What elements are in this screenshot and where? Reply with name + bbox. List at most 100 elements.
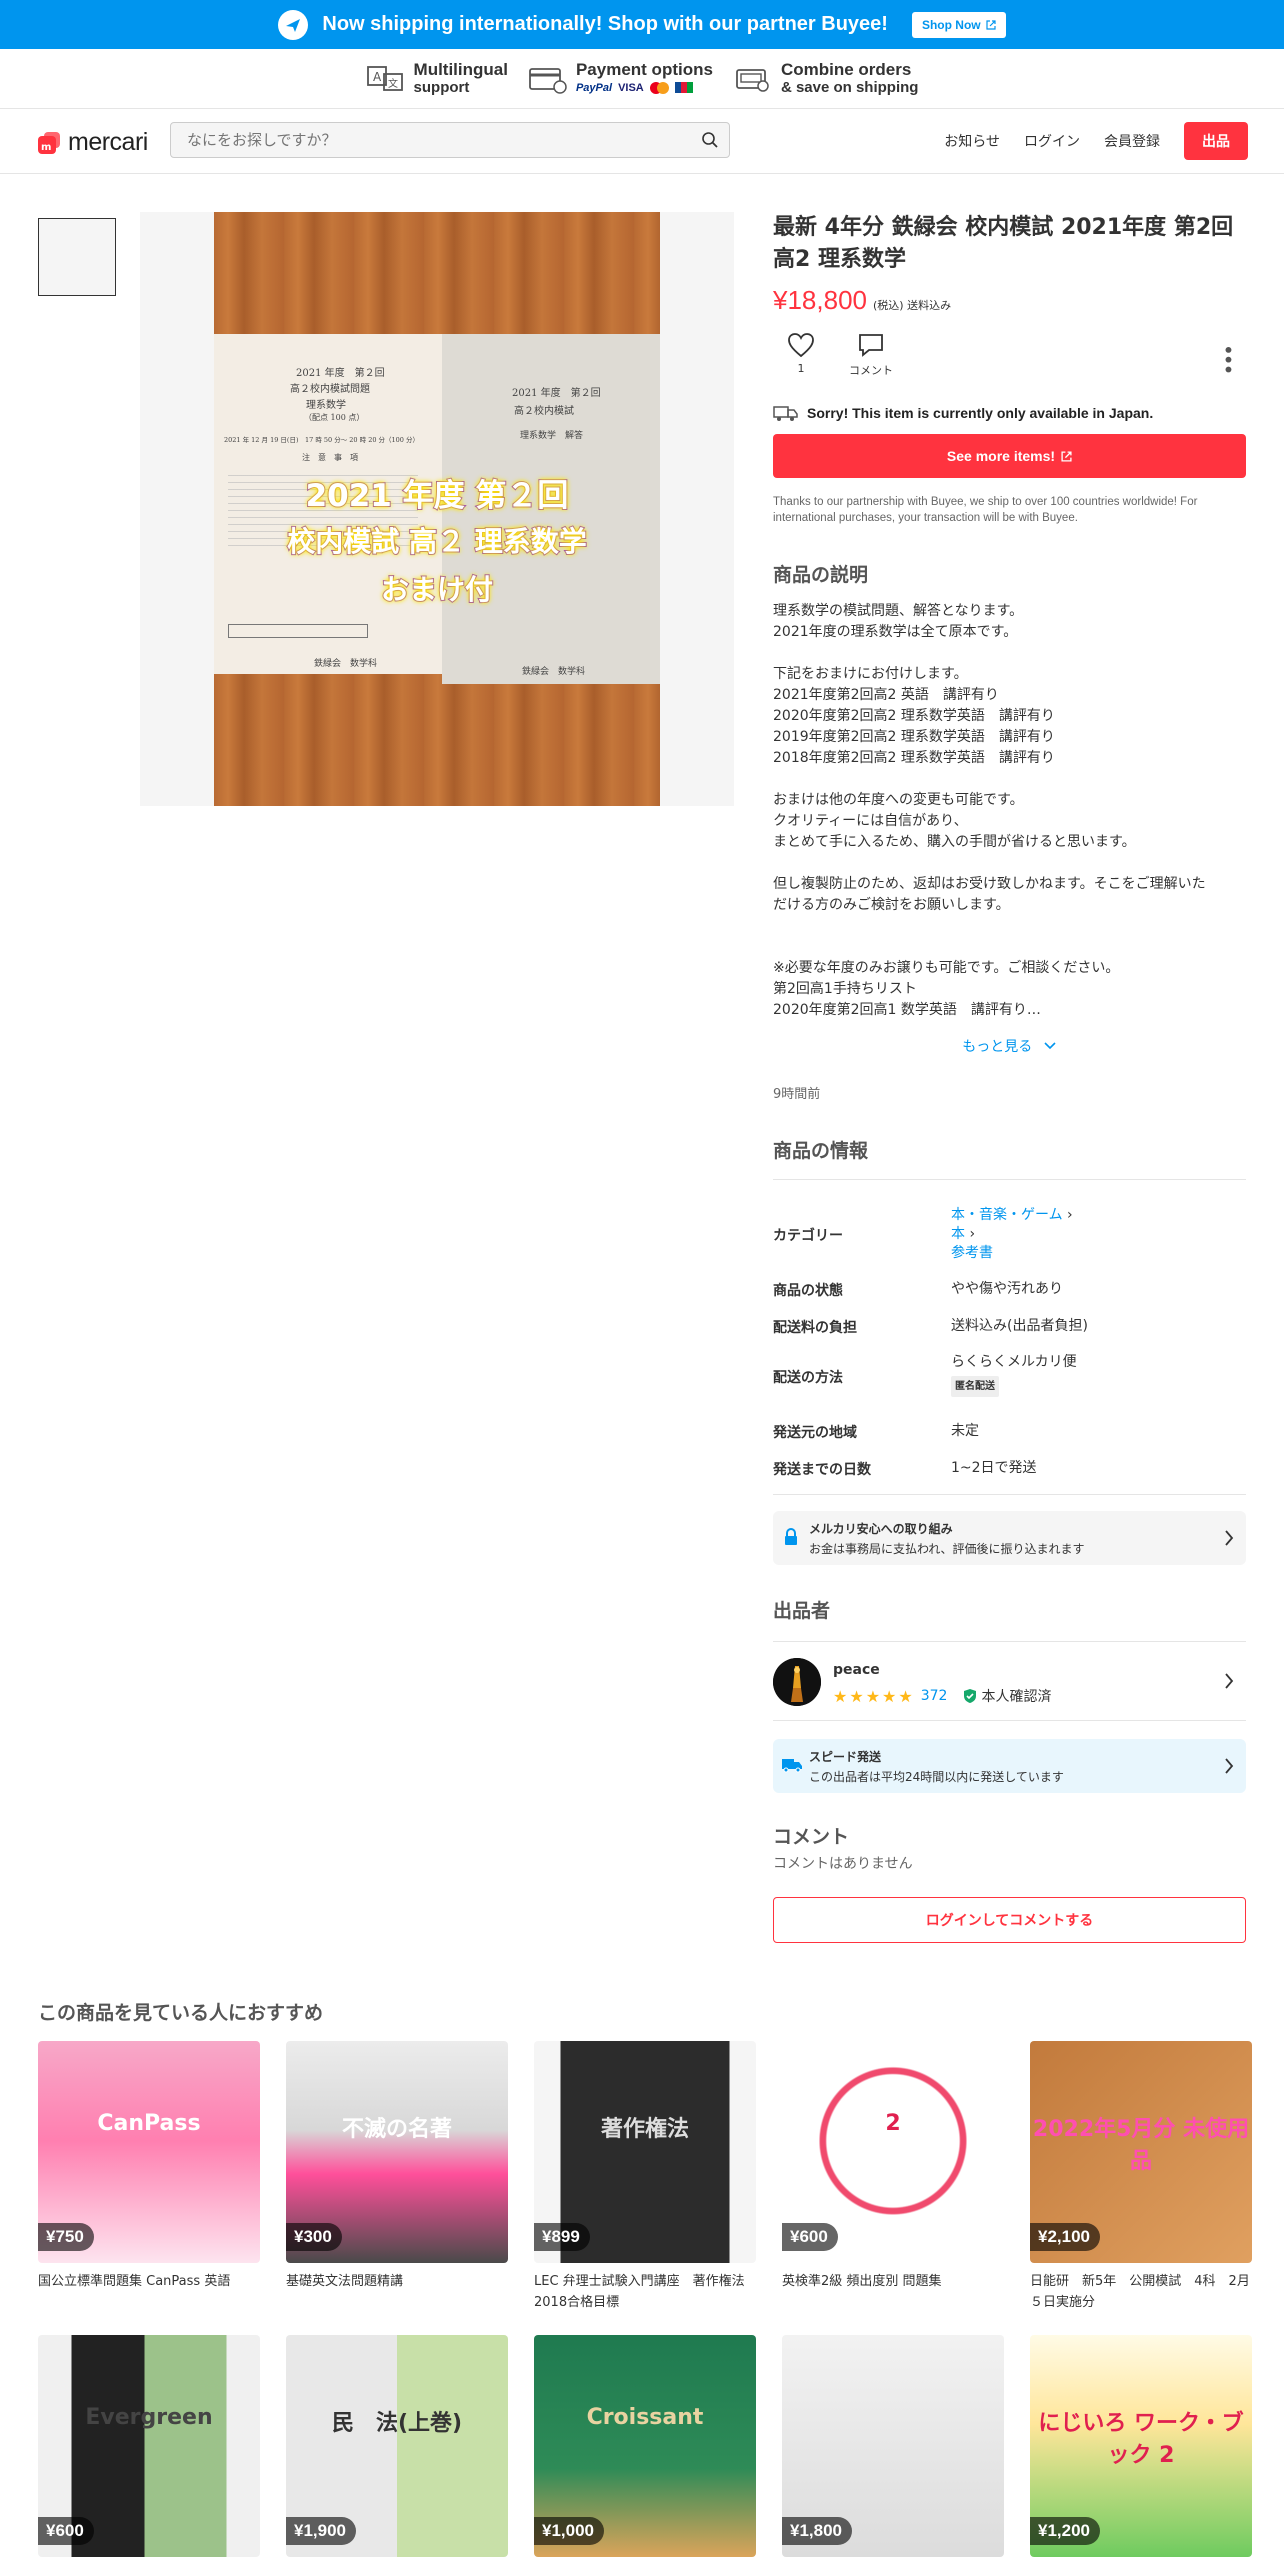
recommend-item-price: ¥1,800 <box>782 2517 852 2545</box>
shipping-method-value: らくらくメルカリ便 <box>951 1354 1077 1370</box>
recommend-item-image: 民 法(上巻) ¥1,900 <box>286 2335 508 2557</box>
info-row-days: 発送までの日数 1~2日で発送 <box>773 1459 1246 1483</box>
speed-sub: この出品者は平均24時間以内に発送しています <box>809 1770 1064 1784</box>
paper-left-line: 理系数学 <box>306 400 346 411</box>
feature-multilingual-title: Multilingual <box>413 59 508 79</box>
description-line: 但し複製防止のため、返却はお受け致しかねます。そこをご理解いた <box>773 876 1206 892</box>
chevron-right-icon: › <box>969 1226 976 1242</box>
like-button[interactable]: 1 <box>787 332 815 375</box>
recommend-item-cover-text: 2022年5月分 未使用品 <box>1032 2117 1250 2174</box>
site-header: m mercari お知らせ ログイン 会員登録 出品 <box>0 110 1284 174</box>
recommend-item-image: CanPass ¥750 <box>38 2041 260 2263</box>
search-icon[interactable] <box>701 131 719 149</box>
description-line: 2021年度第2回高2 英語 講評有り <box>773 687 999 703</box>
mercari-logo[interactable]: m mercari <box>36 128 148 157</box>
read-more-link[interactable]: もっと見る <box>773 1036 1246 1056</box>
truck-icon <box>773 406 798 421</box>
mastercard-icon <box>649 81 669 94</box>
svg-text:文: 文 <box>388 77 398 90</box>
star-icon: ★ <box>882 1686 897 1706</box>
photo-overlay-line-2: 校内模試 高２ 理系数学 <box>286 524 588 559</box>
description-heading: 商品の説明 <box>773 564 869 586</box>
shipping-method-label: 配送の方法 <box>773 1370 843 1386</box>
recommend-item-image: 2022年5月分 未使用品 ¥2,100 <box>1030 2041 1252 2263</box>
item-title: 最新 4年分 鉄緑会 校内模試 2021年度 第2回 高2 理系数学 <box>773 215 1234 272</box>
shop-now-label: Shop Now <box>921 17 981 32</box>
header-nav: お知らせ ログイン 会員登録 出品 <box>944 122 1248 160</box>
recommend-item-cover-text: 民 法(上巻) <box>331 2411 463 2436</box>
recommend-item-cover-text: 著作権法 <box>600 2117 689 2142</box>
description-line <box>773 769 1246 790</box>
photo-overlay-line-3: おまけ付 <box>380 572 494 607</box>
recommend-item-price: ¥2,100 <box>1030 2223 1100 2251</box>
feature-payment: Payment options PayPal VISA <box>528 59 713 97</box>
recommend-item-image: 不滅の名著 ¥300 <box>286 2041 508 2263</box>
description-line: だける方のみご検討をお願いします。 <box>773 897 1010 913</box>
seller-heading: 出品者 <box>773 1600 831 1622</box>
photo-overlay-line-1: 2021 年度 第２回 <box>305 477 570 515</box>
recommend-item-price: ¥600 <box>782 2223 838 2251</box>
feature-multilingual: A文 Multilingual support <box>366 59 508 97</box>
main-photo[interactable]: 2021 年度 第２回 高２校内模試問題 理系数学 （配点 100 点） 202… <box>140 212 734 806</box>
recommend-item-price: ¥1,900 <box>286 2517 356 2545</box>
recommend-item-name: 基礎英文法問題精講 <box>286 2274 404 2289</box>
photo-thumbnail[interactable] <box>38 218 116 296</box>
info-row-category: カテゴリー 本・音楽・ゲーム › 本 › 参考書 <box>773 1200 1246 1261</box>
comment-button[interactable]: コメント <box>849 332 893 378</box>
feature-combine-title: Combine orders <box>780 59 912 79</box>
category-link-3[interactable]: 参考書 <box>951 1245 993 1261</box>
paper-right-line: 高２校内模試 <box>514 406 574 417</box>
nav-news[interactable]: お知らせ <box>944 131 1000 151</box>
recommend-item-cover-text: にじいろ ワーク・ブック 2 <box>1038 2411 1244 2468</box>
photo-image: 2021 年度 第２回 高２校内模試問題 理系数学 （配点 100 点） 202… <box>214 212 660 806</box>
recommend-item-price: ¥899 <box>534 2223 590 2251</box>
feature-combine: Combine orders & save on shipping <box>733 59 918 97</box>
see-more-button[interactable]: See more items! <box>773 434 1246 478</box>
feature-payment-title: Payment options <box>575 59 713 79</box>
nav-signup[interactable]: 会員登録 <box>1104 131 1160 151</box>
paper-right-line: 鉄緑会 数学科 <box>522 667 586 677</box>
recommend-item-name: 英検準2級 頻出度別 問題集 <box>782 2274 942 2289</box>
info-row-condition: 商品の状態 やや傷や汚れあり <box>773 1280 1246 1304</box>
description-line: 2019年度第2回高2 理系数学英語 講評有り <box>773 729 1055 745</box>
price-row: ¥18,800 (税込) 送料込み <box>773 285 1246 316</box>
seller-row[interactable]: peace ★ ★ ★ ★ ★ 372 本人確認済 <box>773 1641 1246 1721</box>
login-to-comment-button[interactable]: ログインしてコメントする <box>773 1897 1246 1943</box>
search-box[interactable] <box>170 122 730 158</box>
sell-button[interactable]: 出品 <box>1184 122 1248 160</box>
ship-from-label: 発送元の地域 <box>773 1425 857 1441</box>
recommend-item-image: 著作権法 ¥899 <box>534 2041 756 2263</box>
days-value: 1~2日で発送 <box>951 1460 1037 1476</box>
recommend-item-name: 日能研 新5年 公開模試 4科 2月５日実施分 <box>1030 2274 1250 2310</box>
description-line: 下記をおまけにお付けします。 <box>773 666 968 682</box>
more-options-icon[interactable]: ••• <box>1216 344 1240 373</box>
visa-logo: VISA <box>618 81 644 94</box>
category-link-1[interactable]: 本・音楽・ゲーム <box>951 1207 1063 1223</box>
japan-only-text: Sorry! This item is currently only avail… <box>807 405 1154 421</box>
description-line <box>773 916 1246 937</box>
search-input[interactable] <box>171 123 729 157</box>
seller-rating: ★ ★ ★ ★ ★ 372 本人確認済 <box>833 1686 1051 1706</box>
payment-logos: PayPal VISA <box>576 79 713 97</box>
info-row-shipping-fee: 配送料の負担 送料込み(出品者負担) <box>773 1317 1246 1341</box>
jcb-icon <box>674 82 693 93</box>
recommend-item-cover-text: Croissant <box>586 2405 704 2430</box>
description-line: 2021年度の理系数学は全て原本です。 <box>773 624 1018 640</box>
verified-badge: 本人確認済 <box>963 1686 1051 1706</box>
shop-now-button[interactable]: Shop Now <box>911 11 1006 38</box>
speed-title: スピード発送 <box>809 1750 882 1764</box>
description-line: 第2回高1手持ちリスト <box>773 981 917 997</box>
nav-login[interactable]: ログイン <box>1024 131 1080 151</box>
recommend-item-image: にじいろ ワーク・ブック 2 ¥1,200 <box>1030 2335 1252 2557</box>
read-more-label: もっと見る <box>962 1039 1033 1055</box>
buyee-banner[interactable]: Now shipping internationally! Shop with … <box>0 0 1284 49</box>
description-line <box>773 937 1246 958</box>
safe-transaction-box[interactable]: メルカリ安心への取り組み お金は事務局に支払われ、評価後に振り込まれます <box>773 1511 1246 1565</box>
airplane-icon <box>278 9 309 40</box>
recommend-item-image: Evergreen ¥600 <box>38 2335 260 2557</box>
recommend-item-price: ¥1,000 <box>534 2517 604 2545</box>
feature-multilingual-sub: support <box>413 78 470 96</box>
speed-shipping-box[interactable]: スピード発送 この出品者は平均24時間以内に発送しています <box>773 1739 1246 1793</box>
category-link-2[interactable]: 本 <box>951 1226 965 1242</box>
chevron-right-icon: › <box>1067 1207 1073 1223</box>
